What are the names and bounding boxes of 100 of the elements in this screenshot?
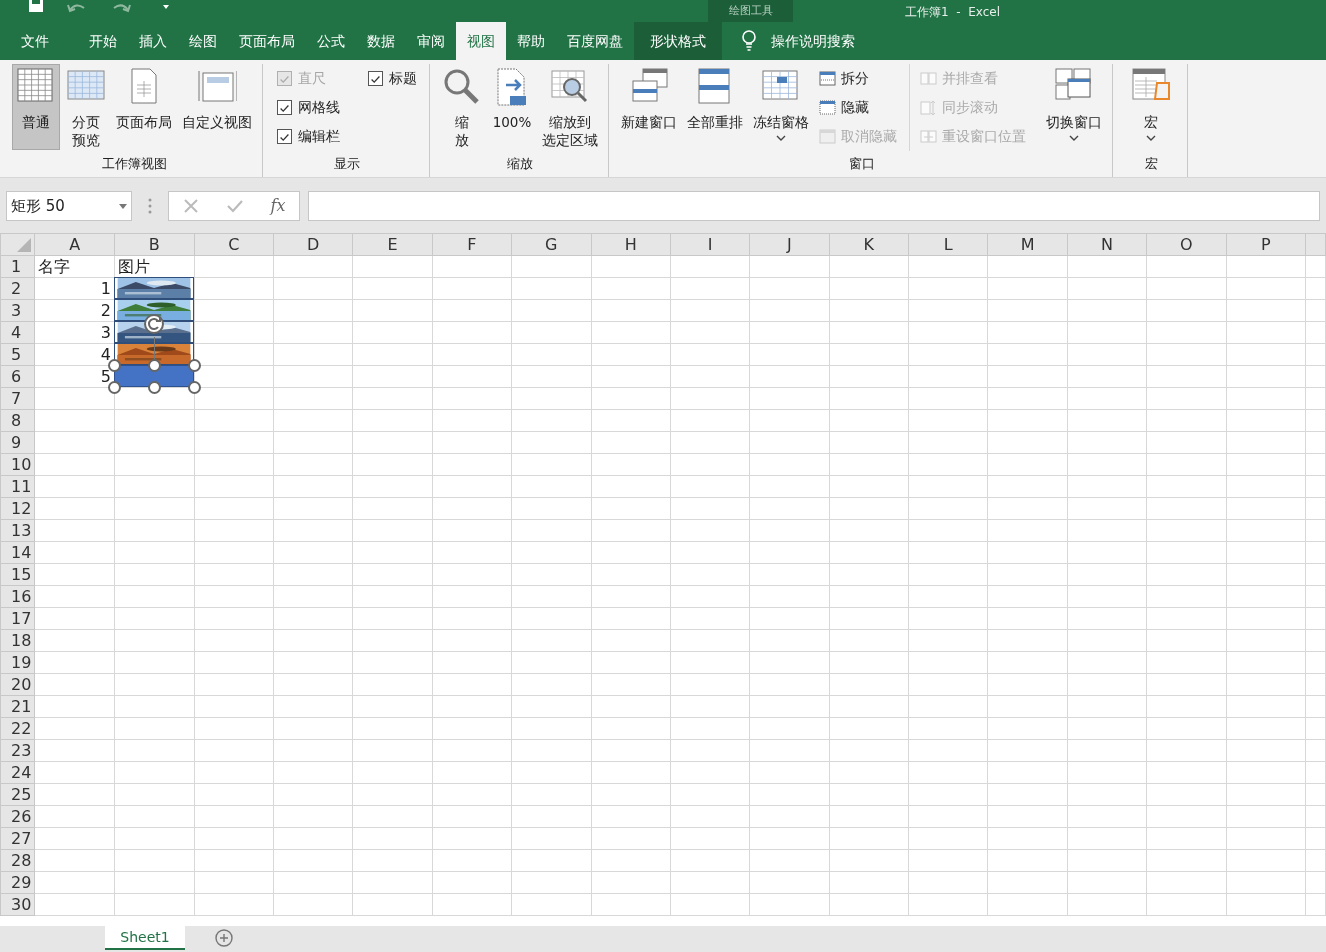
- column-header[interactable]: O: [1146, 233, 1227, 256]
- column-header[interactable]: N: [1067, 233, 1147, 256]
- checkbox[interactable]: 标题: [362, 64, 423, 93]
- row-header[interactable]: 27: [0, 827, 35, 850]
- ribbon-button[interactable]: 100%: [488, 64, 536, 150]
- row-header[interactable]: 3: [0, 299, 35, 322]
- ribbon-button[interactable]: 缩 放: [438, 64, 486, 153]
- row-header[interactable]: 28: [0, 849, 35, 872]
- row-header[interactable]: 14: [0, 541, 35, 564]
- reset-position-icon: [920, 128, 937, 145]
- window-title: 工作簿1 - Excel: [905, 4, 1000, 21]
- row-header[interactable]: 15: [0, 563, 35, 586]
- row-header[interactable]: 30: [0, 893, 35, 916]
- group-label: 显示: [333, 154, 361, 173]
- dropdown-icon[interactable]: [119, 203, 127, 209]
- group-label: 宏: [1143, 154, 1159, 173]
- row-header[interactable]: 11: [0, 475, 35, 498]
- row-header[interactable]: 8: [0, 409, 35, 432]
- add-sheet-icon[interactable]: [215, 929, 233, 947]
- column-header[interactable]: E: [352, 233, 433, 256]
- group-label: 窗口: [847, 154, 876, 173]
- save-icon[interactable]: [28, 0, 44, 14]
- group-label: 工作簿视图: [100, 154, 168, 173]
- row-header[interactable]: 7: [0, 387, 35, 410]
- ribbon-tab[interactable]: 绘图: [178, 22, 228, 60]
- sheet-tab[interactable]: Sheet1: [105, 926, 185, 950]
- row-header[interactable]: 17: [0, 607, 35, 630]
- row-header[interactable]: 9: [0, 431, 35, 454]
- context-tab-label: 绘图工具: [728, 2, 773, 19]
- ribbon-button[interactable]: 宏: [1127, 64, 1175, 150]
- ribbon-button[interactable]: 冻结窗格: [749, 64, 813, 150]
- checkbox[interactable]: 编辑栏: [271, 122, 346, 151]
- column-header[interactable]: D: [273, 233, 353, 256]
- formula-input[interactable]: [308, 191, 1320, 221]
- ribbon-tab[interactable]: 公式: [306, 22, 356, 60]
- table-cell: 名字: [34, 255, 115, 278]
- row-header[interactable]: 1: [0, 255, 35, 278]
- column-header[interactable]: I: [670, 233, 750, 256]
- ribbon-tab[interactable]: 数据: [356, 22, 406, 60]
- column-header[interactable]: H: [591, 233, 671, 256]
- column-header[interactable]: K: [829, 233, 909, 256]
- rectangle-shape[interactable]: [114, 365, 194, 387]
- ribbon-tab[interactable]: 文件: [10, 22, 60, 60]
- ribbon-tab[interactable]: 插入: [128, 22, 178, 60]
- row-header[interactable]: 5: [0, 343, 35, 366]
- row-header[interactable]: 6: [0, 365, 35, 388]
- column-header[interactable]: P: [1226, 233, 1306, 256]
- row-header[interactable]: 22: [0, 717, 35, 740]
- insert-function-button[interactable]: fx: [270, 194, 286, 218]
- column-header[interactable]: F: [432, 233, 512, 256]
- ribbon-tab[interactable]: 开始: [78, 22, 128, 60]
- group-label: 缩放: [506, 154, 534, 173]
- ribbon-button[interactable]: 缩放到 选定区域: [538, 64, 602, 153]
- column-header[interactable]: M: [987, 233, 1068, 256]
- row-header[interactable]: 13: [0, 519, 35, 542]
- ribbon-button[interactable]: 拆分: [815, 64, 901, 93]
- row-header[interactable]: 23: [0, 739, 35, 762]
- name-box[interactable]: 矩形 50: [6, 191, 132, 221]
- ribbon-button[interactable]: 隐藏: [815, 93, 901, 122]
- row-header[interactable]: 21: [0, 695, 35, 718]
- ribbon-tab[interactable]: 视图: [456, 22, 506, 60]
- ribbon-button[interactable]: 全部重排: [683, 64, 747, 150]
- ribbon-button[interactable]: 切换窗口: [1042, 64, 1106, 150]
- lightbulb-icon: [741, 30, 757, 52]
- row-header[interactable]: 18: [0, 629, 35, 652]
- checkbox[interactable]: 网格线: [271, 93, 346, 122]
- ribbon-button[interactable]: 普通: [12, 64, 60, 150]
- row-header[interactable]: 26: [0, 805, 35, 828]
- row-header[interactable]: 12: [0, 497, 35, 520]
- row-header[interactable]: 4: [0, 321, 35, 344]
- column-header[interactable]: L: [908, 233, 988, 256]
- ribbon-button[interactable]: 分页 预览: [62, 64, 110, 153]
- column-header[interactable]: B: [114, 233, 195, 256]
- grip-icon: [148, 198, 152, 214]
- ribbon-tab[interactable]: 百度网盘: [556, 22, 634, 60]
- column-header[interactable]: G: [511, 233, 591, 256]
- column-header[interactable]: A: [34, 233, 115, 256]
- row-header[interactable]: 24: [0, 761, 35, 784]
- ribbon-button[interactable]: 页面布局: [112, 64, 176, 150]
- row-header[interactable]: 19: [0, 651, 35, 674]
- ribbon-tab[interactable]: 帮助: [506, 22, 556, 60]
- row-header[interactable]: 20: [0, 673, 35, 696]
- resize-handle[interactable]: [107, 380, 121, 394]
- ribbon-tab[interactable]: 审阅: [406, 22, 456, 60]
- ribbon-tab[interactable]: 形状格式: [634, 22, 722, 60]
- column-header[interactable]: J: [749, 233, 830, 256]
- ribbon-button[interactable]: 新建窗口: [617, 64, 681, 150]
- ribbon-button[interactable]: 自定义视图: [178, 64, 256, 150]
- ribbon-tab[interactable]: 页面布局: [228, 22, 306, 60]
- row-header[interactable]: 29: [0, 871, 35, 894]
- dropdown-icon[interactable]: [162, 4, 170, 10]
- row-header[interactable]: 2: [0, 277, 35, 300]
- resize-handle[interactable]: [107, 358, 121, 372]
- row-header[interactable]: 25: [0, 783, 35, 806]
- tell-me-search[interactable]: 操作说明搜索: [730, 22, 866, 60]
- row-header[interactable]: 16: [0, 585, 35, 608]
- corner-triangle-icon: [17, 237, 32, 252]
- row-header[interactable]: 10: [0, 453, 35, 476]
- column-header[interactable]: C: [194, 233, 274, 256]
- side-by-side-icon: [920, 70, 937, 87]
